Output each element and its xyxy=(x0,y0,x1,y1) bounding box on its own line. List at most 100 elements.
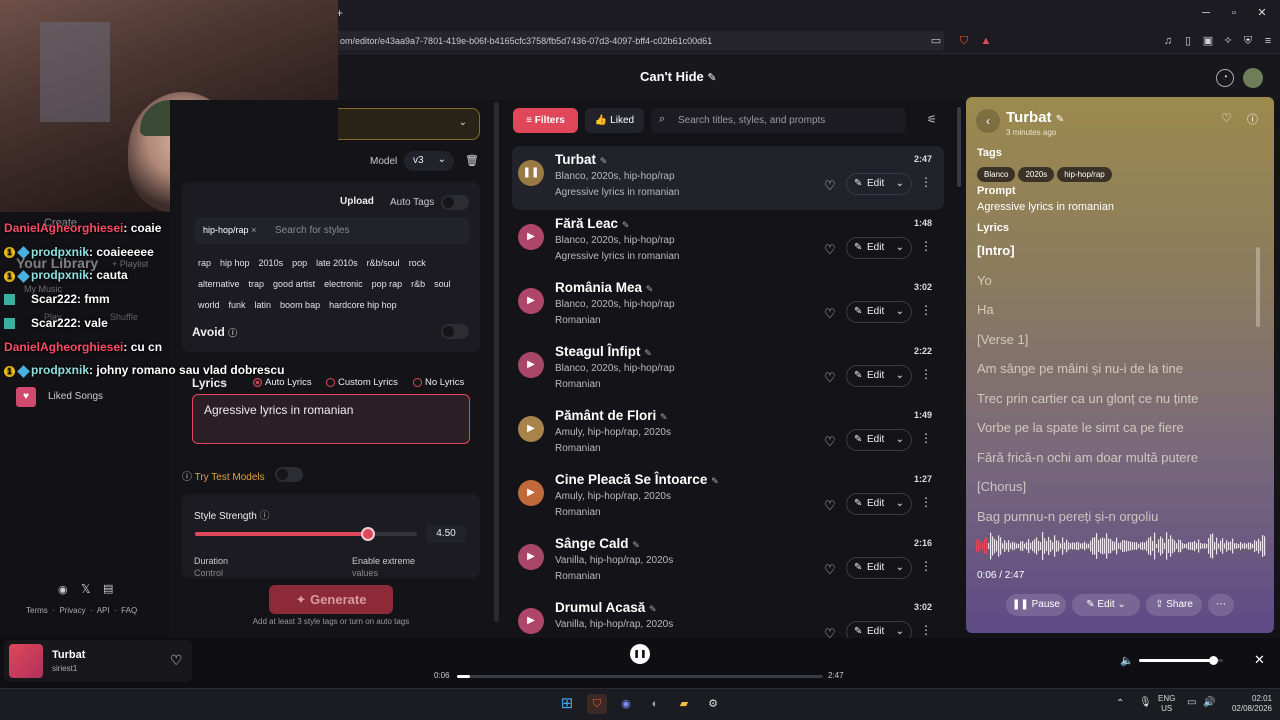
pencil-icon[interactable]: ✎ xyxy=(1056,114,1064,125)
trash-icon[interactable]: 🗑 xyxy=(465,154,479,167)
language-indicator[interactable]: ENG US xyxy=(1158,694,1175,714)
pencil-icon[interactable]: ✎ xyxy=(632,540,640,550)
chevron-down-icon[interactable]: ⌄ xyxy=(896,430,904,450)
minimize-icon[interactable]: ─ xyxy=(1196,4,1216,22)
remove-tag-icon[interactable]: × xyxy=(251,225,256,235)
song-row[interactable]: ▶ Cine Pleacă Se Întoarce ✎ Amuly, hip-hop… xyxy=(512,466,944,530)
chevron-down-icon[interactable]: ⌄ xyxy=(896,174,904,194)
tray-chevron-icon[interactable]: ⌃ xyxy=(1116,698,1124,709)
chevron-down-icon[interactable]: ⌄ xyxy=(896,302,904,322)
scrollbar[interactable] xyxy=(494,102,499,622)
song-row[interactable]: ❚❚ Turbat ✎ Blanco, 2020s, hip-hop/rap Agre… xyxy=(512,146,944,210)
song-row[interactable]: ▶ România Mea ✎ Blanco, 2020s, hip-hop/rap… xyxy=(512,274,944,338)
song-title[interactable]: Drumul Acasă ✎ xyxy=(555,600,657,615)
edit-button[interactable]: ✎ Edit ⌄ xyxy=(846,237,912,259)
pencil-icon[interactable]: ✎ xyxy=(622,220,630,230)
lyrics-scrollbar[interactable] xyxy=(1256,247,1260,327)
screen-icon[interactable]: ▭ xyxy=(928,33,944,49)
lyrics-mode-none[interactable]: No Lyrics xyxy=(413,377,464,388)
try-test-models[interactable]: ⓘ Try Test Models xyxy=(182,468,265,483)
tag-chip[interactable]: 2020s xyxy=(1018,167,1055,182)
edit-button[interactable]: ✎ Edit ⌄ xyxy=(846,493,912,515)
lyrics-mode-custom[interactable]: Custom Lyrics xyxy=(326,377,398,388)
style-tag-chip[interactable]: alternative xyxy=(198,279,240,290)
list-scrollbar[interactable] xyxy=(957,107,961,187)
pencil-icon[interactable]: ✎ xyxy=(644,348,652,358)
song-row[interactable]: ▶ Fără Leac ✎ Blanco, 2020s, hip-hop/rap Ag… xyxy=(512,210,944,274)
pencil-icon[interactable]: ✎ xyxy=(600,156,608,166)
close-player-icon[interactable]: ✕ xyxy=(1254,652,1265,668)
style-tag-chip[interactable]: late 2010s xyxy=(316,258,358,269)
style-tag-chip[interactable]: hardcore hip hop xyxy=(329,300,397,311)
terms-link[interactable]: Terms xyxy=(26,606,48,615)
play-icon[interactable]: ▶ xyxy=(518,416,544,442)
heart-icon[interactable]: ♡ xyxy=(824,434,836,450)
more-icon[interactable]: ⋮ xyxy=(920,239,932,253)
pencil-icon[interactable]: ✎ xyxy=(660,412,668,422)
play-pause-button[interactable]: ❚❚ xyxy=(630,644,650,664)
heart-icon[interactable]: ♡ xyxy=(824,562,836,578)
song-row[interactable]: ▶ Sânge Cald ✎ Vanilla, hip-hop/rap, 2020s… xyxy=(512,530,944,594)
privacy-link[interactable]: Privacy xyxy=(59,606,85,615)
windows-start-icon[interactable]: ⊞ xyxy=(557,694,577,714)
shuffle-button[interactable]: Shuffle xyxy=(110,312,138,322)
more-icon[interactable]: ⋮ xyxy=(920,623,932,637)
filters-button[interactable]: ≡ Filters xyxy=(513,108,578,133)
style-tag-chip[interactable]: rap xyxy=(198,258,211,269)
mode-selector[interactable]: ⌄ xyxy=(338,108,480,140)
maximize-icon[interactable]: ▫ xyxy=(1224,4,1244,22)
song-title[interactable]: Sânge Cald ✎ xyxy=(555,536,640,551)
mic-icon[interactable]: 🎙 xyxy=(1139,697,1152,708)
lyrics-prompt-input[interactable]: Agressive lyrics in romanian xyxy=(192,394,470,444)
model-select[interactable]: v3 ⌄ xyxy=(404,151,454,171)
rewards-icon[interactable]: ▲ xyxy=(978,33,994,49)
sort-icon[interactable]: ⚟ xyxy=(927,113,937,126)
volume-slider[interactable] xyxy=(1139,656,1223,665)
liked-songs-item[interactable]: ♥ Liked Songs xyxy=(16,387,156,407)
sidebar-icon[interactable]: ▯ xyxy=(1180,33,1196,49)
edit-button[interactable]: ✎ Edit ⌄ xyxy=(1072,594,1140,616)
leo-icon[interactable]: ✧ xyxy=(1220,33,1236,49)
heart-icon[interactable]: ♡ xyxy=(824,498,836,514)
play-icon[interactable]: ▶ xyxy=(518,352,544,378)
network-icon[interactable]: ▭ xyxy=(1187,697,1196,708)
menu-icon[interactable]: ≡ xyxy=(1260,33,1276,49)
tag-chip[interactable]: hip-hop/rap xyxy=(1057,167,1112,182)
upload-button[interactable]: Upload xyxy=(340,196,374,207)
discord-icon[interactable]: ◉ xyxy=(616,694,636,714)
edit-button[interactable]: ✎ Edit ⌄ xyxy=(846,301,912,323)
heart-icon[interactable]: ♡ xyxy=(170,652,183,669)
like-icon[interactable]: ♡ xyxy=(1221,111,1232,125)
wallet-icon[interactable]: ▣ xyxy=(1200,33,1216,49)
style-tag-chip[interactable]: electronic xyxy=(324,279,363,290)
tag-chip[interactable]: Blanco xyxy=(977,167,1016,182)
play-icon[interactable]: ▶ xyxy=(518,544,544,570)
style-strength-value[interactable]: 4.50 xyxy=(426,525,466,543)
pause-button[interactable]: ❚❚ Pause xyxy=(1006,594,1066,616)
play-icon[interactable]: ▶ xyxy=(518,224,544,250)
faq-link[interactable]: FAQ xyxy=(121,606,137,615)
volume-knob[interactable] xyxy=(1208,656,1218,665)
song-row[interactable]: ▶ Pământ de Flori ✎ Amuly, hip-hop/rap, 20… xyxy=(512,402,944,466)
style-tag-chip[interactable]: trap xyxy=(249,279,265,290)
edit-button[interactable]: ✎ Edit ⌄ xyxy=(846,173,912,195)
volume-icon[interactable]: 🔈 xyxy=(1120,654,1134,667)
back-button[interactable]: ‹ xyxy=(976,109,1000,133)
more-icon[interactable]: ⋮ xyxy=(920,431,932,445)
heart-icon[interactable]: ♡ xyxy=(824,306,836,322)
more-icon[interactable]: ⋮ xyxy=(920,175,932,189)
chevron-down-icon[interactable]: ⌄ xyxy=(896,494,904,514)
chevron-down-icon[interactable]: ⌄ xyxy=(896,238,904,258)
style-tag-chip[interactable]: pop xyxy=(292,258,307,269)
heart-icon[interactable]: ♡ xyxy=(824,370,836,386)
chevron-down-icon[interactable]: ⌄ xyxy=(896,558,904,578)
waveform[interactable] xyxy=(976,528,1266,564)
style-tag-chip[interactable]: good artist xyxy=(273,279,315,290)
play-icon[interactable]: ▶ xyxy=(518,608,544,634)
api-link[interactable]: API xyxy=(97,606,110,615)
style-tag-chip[interactable]: boom bap xyxy=(280,300,320,311)
folder-icon[interactable]: ▰ xyxy=(674,694,694,714)
progress-bar[interactable] xyxy=(457,675,823,678)
vpn-icon[interactable]: ⛨ xyxy=(1240,33,1256,49)
now-playing-card[interactable]: Turbat siriest1 ♡ xyxy=(4,640,192,682)
